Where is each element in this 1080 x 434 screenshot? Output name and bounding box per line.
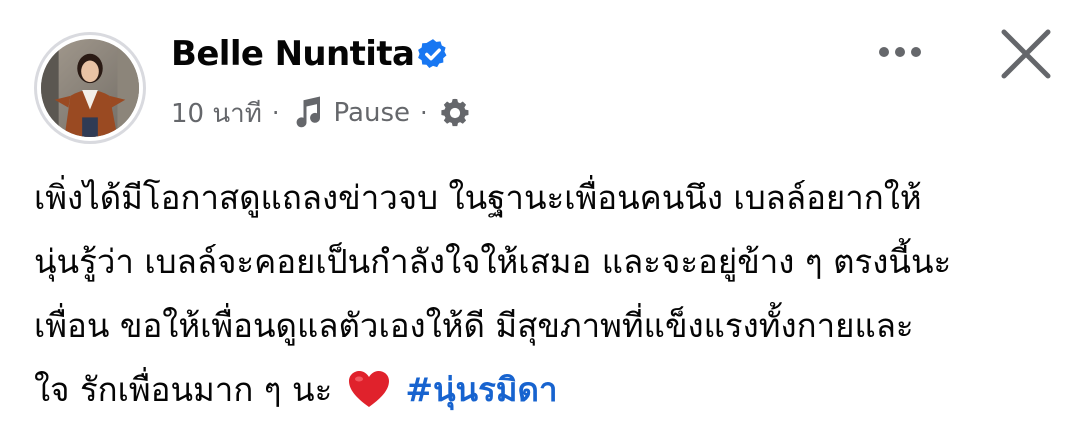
author-name[interactable]: Belle Nuntita	[171, 34, 415, 74]
post-text-line: นุ่นรู้ว่า เบลล์จะคอยเป็นกำลังใจให้เสมอ …	[34, 242, 952, 281]
facebook-post: Belle Nuntita 10 นาที · Pause · เพิ่งได้…	[0, 0, 1080, 434]
more-options-button[interactable]	[868, 32, 932, 72]
gear-icon[interactable]	[438, 96, 472, 130]
post-time[interactable]: 10 นาที	[171, 93, 262, 134]
author-row: Belle Nuntita	[171, 30, 450, 78]
close-button[interactable]	[996, 26, 1056, 82]
post-text-line: เพิ่งได้มีโอกาสดูแถลงข่าวจบ ในฐานะเพื่อน…	[34, 178, 922, 217]
profile-photo	[41, 39, 139, 137]
post-message: เพิ่งได้มีโอกาสดูแถลงข่าวจบ ในฐานะเพื่อน…	[34, 166, 1054, 422]
close-icon	[1001, 29, 1051, 79]
hashtag-link[interactable]: #นุ่นรมิดา	[405, 370, 557, 409]
post-text-line-last: ใจ รักเพื่อนมาก ๆ นะ #นุ่นรมิดา	[34, 358, 1054, 422]
more-horizontal-icon	[879, 47, 889, 57]
music-note-icon[interactable]	[290, 95, 326, 131]
meta-separator: ·	[419, 99, 428, 127]
post-meta: 10 นาที · Pause ·	[171, 92, 472, 134]
post-text-segment: ใจ รักเพื่อนมาก ๆ นะ	[34, 370, 333, 409]
meta-separator: ·	[271, 99, 280, 127]
music-pause-label[interactable]: Pause	[334, 98, 410, 128]
heart-icon	[347, 366, 391, 407]
avatar[interactable]	[34, 32, 146, 144]
verified-badge-icon	[416, 37, 450, 71]
post-text-line: เพื่อน ขอให้เพื่อนดูแลตัวเองให้ดี มีสุขภ…	[34, 306, 914, 345]
